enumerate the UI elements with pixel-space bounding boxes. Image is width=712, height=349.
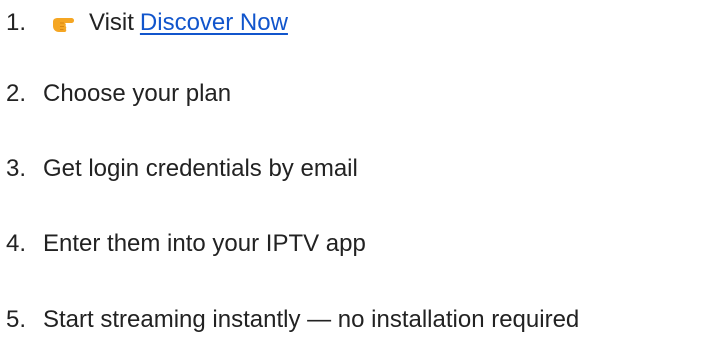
step-number: 4. [6, 230, 27, 257]
list-item: 2. Choose your plan [0, 76, 231, 112]
step-number: 2. [6, 80, 27, 107]
step-number: 5. [6, 306, 27, 333]
discover-now-link[interactable]: Discover Now [140, 9, 288, 37]
step-text: Get login credentials by email [43, 155, 358, 182]
step-prefix: Visit [89, 9, 134, 36]
step-text: Enter them into your IPTV app [43, 230, 366, 257]
step-text: Start streaming instantly — no installat… [43, 306, 580, 333]
step-text: Visit Discover Now [41, 9, 288, 37]
step-number: 3. [6, 155, 27, 182]
list-item: 4. Enter them into your IPTV app [0, 226, 366, 262]
list-item: 5. Start streaming instantly — no instal… [0, 302, 579, 338]
list-item: 1. Visit Discover Now [0, 5, 288, 41]
list-item: 3. Get login credentials by email [0, 151, 358, 187]
pointing-hand-icon [53, 18, 74, 32]
step-text: Choose your plan [43, 80, 232, 107]
step-number: 1. [6, 9, 27, 36]
